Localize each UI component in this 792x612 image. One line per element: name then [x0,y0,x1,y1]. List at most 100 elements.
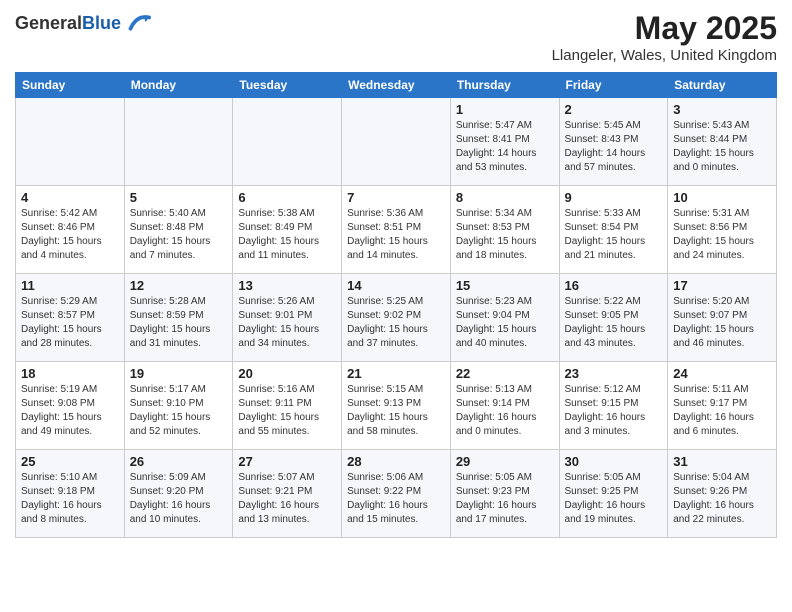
table-row: 30 Sunrise: 5:05 AM Sunset: 9:25 PM Dayli… [559,450,668,538]
table-row: 2 Sunrise: 5:45 AM Sunset: 8:43 PM Daylig… [559,98,668,186]
table-row: 12Sunrise: 5:28 AM Sunset: 8:59 PM Dayli… [124,274,233,362]
month-title: May 2025 [552,10,777,47]
day-info: Sunrise: 5:22 AM Sunset: 9:05 PM Dayligh… [565,295,663,351]
calendar-week-1: 1 Sunrise: 5:47 AM Sunset: 8:41 PM Daylig… [16,98,777,186]
day-info: Sunrise: 5:10 AM Sunset: 9:18 PM Dayligh… [21,471,119,527]
day-info: Sunrise: 5:40 AM Sunset: 8:48 PM Dayligh… [130,207,228,263]
day-info: Sunrise: 5:47 AM Sunset: 8:41 PM Dayligh… [456,119,554,175]
calendar-header-row: Sunday Monday Tuesday Wednesday Thursday… [16,73,777,98]
table-row [342,98,451,186]
col-sunday: Sunday [16,73,125,98]
day-info: Sunrise: 5:34 AM Sunset: 8:53 PM Dayligh… [456,207,554,263]
calendar-week-2: 4 Sunrise: 5:42 AM Sunset: 8:46 PM Daylig… [16,186,777,274]
day-number: 22 [456,366,554,381]
day-info: Sunrise: 5:20 AM Sunset: 9:07 PM Dayligh… [673,295,771,351]
table-row: 31Sunrise: 5:04 AM Sunset: 9:26 PM Dayli… [668,450,777,538]
table-row: 25 Sunrise: 5:10 AM Sunset: 9:18 PM Dayli… [16,450,125,538]
day-info: Sunrise: 5:11 AM Sunset: 9:17 PM Dayligh… [673,383,771,439]
day-number: 7 [347,190,445,205]
day-number: 15 [456,278,554,293]
table-row: 8Sunrise: 5:34 AM Sunset: 8:53 PM Daylig… [450,186,559,274]
table-row: 9 Sunrise: 5:33 AM Sunset: 8:54 PM Daylig… [559,186,668,274]
col-saturday: Saturday [668,73,777,98]
col-thursday: Thursday [450,73,559,98]
title-block: May 2025 Llangeler, Wales, United Kingdo… [552,10,777,64]
table-row: 21 Sunrise: 5:15 AM Sunset: 9:13 PM Dayli… [342,362,451,450]
day-number: 2 [565,102,663,117]
day-info: Sunrise: 5:15 AM Sunset: 9:13 PM Dayligh… [347,383,445,439]
calendar-week-5: 25 Sunrise: 5:10 AM Sunset: 9:18 PM Dayli… [16,450,777,538]
col-monday: Monday [124,73,233,98]
table-row: 22 Sunrise: 5:13 AM Sunset: 9:14 PM Dayli… [450,362,559,450]
day-info: Sunrise: 5:06 AM Sunset: 9:22 PM Dayligh… [347,471,445,527]
calendar: Sunday Monday Tuesday Wednesday Thursday… [15,72,777,538]
day-info: Sunrise: 5:45 AM Sunset: 8:43 PM Dayligh… [565,119,663,175]
table-row: 1 Sunrise: 5:47 AM Sunset: 8:41 PM Daylig… [450,98,559,186]
logo-blue: Blue [82,13,121,33]
table-row: 17 Sunrise: 5:20 AM Sunset: 9:07 PM Dayli… [668,274,777,362]
day-info: Sunrise: 5:29 AM Sunset: 8:57 PM Dayligh… [21,295,119,351]
day-number: 13 [238,278,336,293]
day-number: 28 [347,454,445,469]
day-number: 26 [130,454,228,469]
logo-icon [123,10,151,38]
day-number: 21 [347,366,445,381]
day-number: 23 [565,366,663,381]
day-info: Sunrise: 5:26 AM Sunset: 9:01 PM Dayligh… [238,295,336,351]
day-info: Sunrise: 5:38 AM Sunset: 8:49 PM Dayligh… [238,207,336,263]
table-row: 20Sunrise: 5:16 AM Sunset: 9:11 PM Dayli… [233,362,342,450]
day-info: Sunrise: 5:42 AM Sunset: 8:46 PM Dayligh… [21,207,119,263]
day-info: Sunrise: 5:31 AM Sunset: 8:56 PM Dayligh… [673,207,771,263]
calendar-week-3: 11 Sunrise: 5:29 AM Sunset: 8:57 PM Dayli… [16,274,777,362]
day-info: Sunrise: 5:33 AM Sunset: 8:54 PM Dayligh… [565,207,663,263]
table-row [233,98,342,186]
table-row [124,98,233,186]
day-number: 25 [21,454,119,469]
calendar-week-4: 18Sunrise: 5:19 AM Sunset: 9:08 PM Dayli… [16,362,777,450]
day-number: 9 [565,190,663,205]
day-number: 16 [565,278,663,293]
logo-general: General [15,13,82,33]
table-row: 15 Sunrise: 5:23 AM Sunset: 9:04 PM Dayli… [450,274,559,362]
day-number: 14 [347,278,445,293]
day-number: 19 [130,366,228,381]
table-row: 13 Sunrise: 5:26 AM Sunset: 9:01 PM Dayli… [233,274,342,362]
col-tuesday: Tuesday [233,73,342,98]
page-container: GeneralBlue May 2025 Llangeler, Wales, U… [0,0,792,553]
day-info: Sunrise: 5:36 AM Sunset: 8:51 PM Dayligh… [347,207,445,263]
day-number: 3 [673,102,771,117]
table-row: 23 Sunrise: 5:12 AM Sunset: 9:15 PM Dayli… [559,362,668,450]
table-row: 16 Sunrise: 5:22 AM Sunset: 9:05 PM Dayli… [559,274,668,362]
day-number: 27 [238,454,336,469]
table-row: 7 Sunrise: 5:36 AM Sunset: 8:51 PM Daylig… [342,186,451,274]
day-info: Sunrise: 5:19 AM Sunset: 9:08 PM Dayligh… [21,383,119,439]
day-number: 10 [673,190,771,205]
day-number: 1 [456,102,554,117]
table-row: 29 Sunrise: 5:05 AM Sunset: 9:23 PM Dayli… [450,450,559,538]
table-row: 5Sunrise: 5:40 AM Sunset: 8:48 PM Daylig… [124,186,233,274]
header: GeneralBlue May 2025 Llangeler, Wales, U… [15,10,777,64]
day-info: Sunrise: 5:28 AM Sunset: 8:59 PM Dayligh… [130,295,228,351]
day-number: 11 [21,278,119,293]
table-row: 28 Sunrise: 5:06 AM Sunset: 9:22 PM Dayli… [342,450,451,538]
day-info: Sunrise: 5:07 AM Sunset: 9:21 PM Dayligh… [238,471,336,527]
day-info: Sunrise: 5:13 AM Sunset: 9:14 PM Dayligh… [456,383,554,439]
day-info: Sunrise: 5:05 AM Sunset: 9:25 PM Dayligh… [565,471,663,527]
day-number: 24 [673,366,771,381]
table-row: 6Sunrise: 5:38 AM Sunset: 8:49 PM Daylig… [233,186,342,274]
day-info: Sunrise: 5:16 AM Sunset: 9:11 PM Dayligh… [238,383,336,439]
day-number: 30 [565,454,663,469]
day-info: Sunrise: 5:25 AM Sunset: 9:02 PM Dayligh… [347,295,445,351]
day-info: Sunrise: 5:05 AM Sunset: 9:23 PM Dayligh… [456,471,554,527]
day-number: 4 [21,190,119,205]
table-row: 26Sunrise: 5:09 AM Sunset: 9:20 PM Dayli… [124,450,233,538]
location: Llangeler, Wales, United Kingdom [552,47,777,64]
day-info: Sunrise: 5:23 AM Sunset: 9:04 PM Dayligh… [456,295,554,351]
day-info: Sunrise: 5:12 AM Sunset: 9:15 PM Dayligh… [565,383,663,439]
table-row: 19 Sunrise: 5:17 AM Sunset: 9:10 PM Dayli… [124,362,233,450]
logo: GeneralBlue [15,10,151,38]
table-row: 24 Sunrise: 5:11 AM Sunset: 9:17 PM Dayli… [668,362,777,450]
day-number: 17 [673,278,771,293]
day-info: Sunrise: 5:17 AM Sunset: 9:10 PM Dayligh… [130,383,228,439]
day-number: 29 [456,454,554,469]
